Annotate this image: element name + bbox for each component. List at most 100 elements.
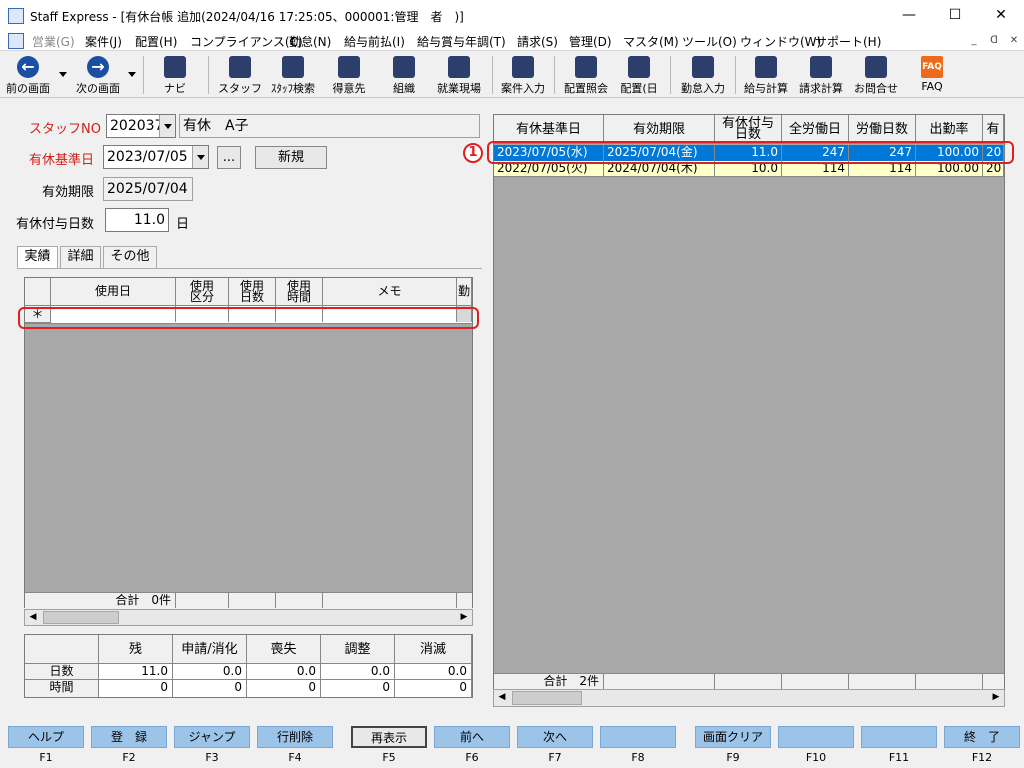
arrow-right-icon: → xyxy=(87,56,109,78)
menu-window[interactable]: ウィンドウ(W) xyxy=(740,33,821,50)
grant-days-input[interactable]: 11.0 xyxy=(105,208,169,232)
assign-day-label: 配置(日 xyxy=(620,82,658,95)
usage-horizontal-scrollbar[interactable]: ◀ ▶ xyxy=(24,609,473,626)
col-header-use-date[interactable]: 使用日 xyxy=(51,278,176,306)
minimize-button[interactable]: — xyxy=(886,0,932,31)
scroll-left-icon[interactable]: ◀ xyxy=(25,610,41,625)
menu-case[interactable]: 案件(J) xyxy=(85,33,122,50)
billing-calc-button[interactable]: 請求計算 xyxy=(795,54,847,96)
delete-row-button[interactable]: 行削除 xyxy=(257,726,333,748)
jump-button[interactable]: ジャンプ xyxy=(174,726,250,748)
fkey-label: F2 xyxy=(122,751,136,764)
site-button[interactable]: 就業現場 xyxy=(432,54,486,96)
clear-screen-button[interactable]: 画面クリア xyxy=(695,726,771,748)
fkey-label: F7 xyxy=(548,751,562,764)
scroll-right-icon[interactable]: ▶ xyxy=(456,610,472,625)
scroll-right-icon[interactable]: ▶ xyxy=(988,690,1004,705)
tab-other[interactable]: その他 xyxy=(103,246,157,268)
col-header-use-days[interactable]: 使用 日数 xyxy=(229,278,276,306)
menu-assign[interactable]: 配置(H) xyxy=(135,33,177,50)
staff-no-combobox[interactable]: 202037 xyxy=(106,114,176,138)
scroll-thumb[interactable] xyxy=(43,611,119,624)
menu-tools[interactable]: ツール(O) xyxy=(682,33,737,50)
f8-button[interactable] xyxy=(600,726,676,748)
inquiry-button[interactable]: お問合せ xyxy=(850,54,902,96)
col-header-attendance-rate[interactable]: 出勤率 xyxy=(916,115,983,144)
forward-button[interactable]: → 次の画面 xyxy=(70,54,126,96)
case-input-button[interactable]: 案件入力 xyxy=(497,54,549,96)
window-title: Staff Express - [有休台帳 追加(2024/04/16 17:2… xyxy=(30,10,464,24)
highlight-new-row xyxy=(18,307,479,329)
attendance-input-button[interactable]: 勤怠入力 xyxy=(676,54,730,96)
menu-support[interactable]: サポート(H) xyxy=(815,33,881,50)
col-header-expiry[interactable]: 有効期限 xyxy=(604,115,715,144)
new-button[interactable]: 新規 xyxy=(255,146,327,169)
mdi-restore-button[interactable]: ᗡ xyxy=(986,34,1002,48)
toolbar-separator xyxy=(208,56,209,94)
scroll-left-icon[interactable]: ◀ xyxy=(494,690,510,705)
menu-payroll[interactable]: 給与賞与年調(T) xyxy=(417,33,506,50)
menu-attendance[interactable]: 勤怠(N) xyxy=(289,33,331,50)
col-header-extra[interactable]: 勤 xyxy=(457,278,472,306)
menu-bar: 営業(G) 案件(J) 配置(H) コンプライアンス(C) 勤怠(N) 給与前払… xyxy=(0,31,1024,51)
usage-total-cell xyxy=(323,593,457,608)
menu-sales[interactable]: 営業(G) xyxy=(32,33,75,50)
tab-results[interactable]: 実績 xyxy=(17,246,58,269)
menu-advance[interactable]: 給与前払(I) xyxy=(344,33,405,50)
grant-total-cell xyxy=(849,674,916,689)
col-header-memo[interactable]: メモ xyxy=(323,278,457,306)
col-header-base-date[interactable]: 有休基準日 xyxy=(494,115,604,144)
col-header-grant-days[interactable]: 有休付与 日数 xyxy=(715,115,782,144)
tab-details[interactable]: 詳細 xyxy=(60,246,101,268)
grant-total-cell xyxy=(715,674,782,689)
help-button[interactable]: ヘルプ xyxy=(8,726,84,748)
f11-button[interactable] xyxy=(861,726,937,748)
exit-button[interactable]: 終 了 xyxy=(944,726,1020,748)
col-header-work-days[interactable]: 労働日数 xyxy=(849,115,916,144)
mdi-minimize-button[interactable]: _ xyxy=(966,34,982,48)
navi-button[interactable]: ナビ xyxy=(153,54,197,96)
col-header-use-hours[interactable]: 使用 時間 xyxy=(276,278,323,306)
ellipsis-button[interactable]: ... xyxy=(217,146,241,169)
grant-grid-header: 有休基準日 有効期限 有休付与 日数 全労働日 労働日数 出勤率 有 xyxy=(494,115,1004,144)
f10-button[interactable] xyxy=(778,726,854,748)
staff-button[interactable]: スタッフ xyxy=(218,54,262,96)
grant-history-grid[interactable]: 有休基準日 有効期限 有休付与 日数 全労働日 労働日数 出勤率 有 2023/… xyxy=(493,114,1005,689)
back-button[interactable]: ← 前の画面 xyxy=(2,54,54,96)
grant-horizontal-scrollbar[interactable]: ◀ ▶ xyxy=(493,689,1005,707)
staff-search-label: ｽﾀｯﾌ検索 xyxy=(271,82,315,95)
callout-badge: 1 xyxy=(463,143,483,163)
staff-no-dropdown-icon[interactable] xyxy=(159,115,175,137)
faq-button[interactable]: FAQ FAQ xyxy=(910,54,954,96)
mdi-close-button[interactable]: ✕ xyxy=(1006,34,1022,48)
register-button[interactable]: 登 録 xyxy=(91,726,167,748)
org-button[interactable]: 組織 xyxy=(383,54,425,96)
forward-dropdown-icon[interactable] xyxy=(128,72,136,77)
col-header-extra[interactable]: 有 xyxy=(983,115,1004,144)
previous-button[interactable]: 前へ xyxy=(434,726,510,748)
refresh-button[interactable]: 再表示 xyxy=(351,726,427,748)
expiry-field: 2025/07/04 xyxy=(103,177,193,201)
assign-day-button[interactable]: 配置(日 xyxy=(616,54,662,96)
menu-admin[interactable]: 管理(D) xyxy=(569,33,612,50)
back-dropdown-icon[interactable] xyxy=(59,72,67,77)
scroll-thumb[interactable] xyxy=(512,691,582,705)
maximize-button[interactable]: ☐ xyxy=(932,0,978,31)
col-header-all-days[interactable]: 全労働日 xyxy=(782,115,849,144)
fkey-label: F3 xyxy=(205,751,219,764)
assign-ref-button[interactable]: 配置照会 xyxy=(560,54,612,96)
faq-label: FAQ xyxy=(921,80,943,93)
menu-compliance[interactable]: コンプライアンス(C) xyxy=(190,33,303,50)
base-date-dropdown-icon[interactable] xyxy=(192,146,208,168)
client-button[interactable]: 得意先 xyxy=(328,54,370,96)
close-button[interactable]: ✕ xyxy=(978,0,1024,31)
base-date-combobox[interactable]: 2023/07/05 xyxy=(103,145,209,169)
base-date-value: 2023/07/05 xyxy=(107,149,188,165)
next-button[interactable]: 次へ xyxy=(517,726,593,748)
staff-search-button[interactable]: ｽﾀｯﾌ検索 xyxy=(266,54,320,96)
menu-master[interactable]: マスタ(M) xyxy=(623,33,679,50)
org-icon xyxy=(393,56,415,78)
col-header-use-type[interactable]: 使用 区分 xyxy=(176,278,229,306)
salary-calc-button[interactable]: 給与計算 xyxy=(740,54,792,96)
menu-billing[interactable]: 請求(S) xyxy=(517,33,558,50)
